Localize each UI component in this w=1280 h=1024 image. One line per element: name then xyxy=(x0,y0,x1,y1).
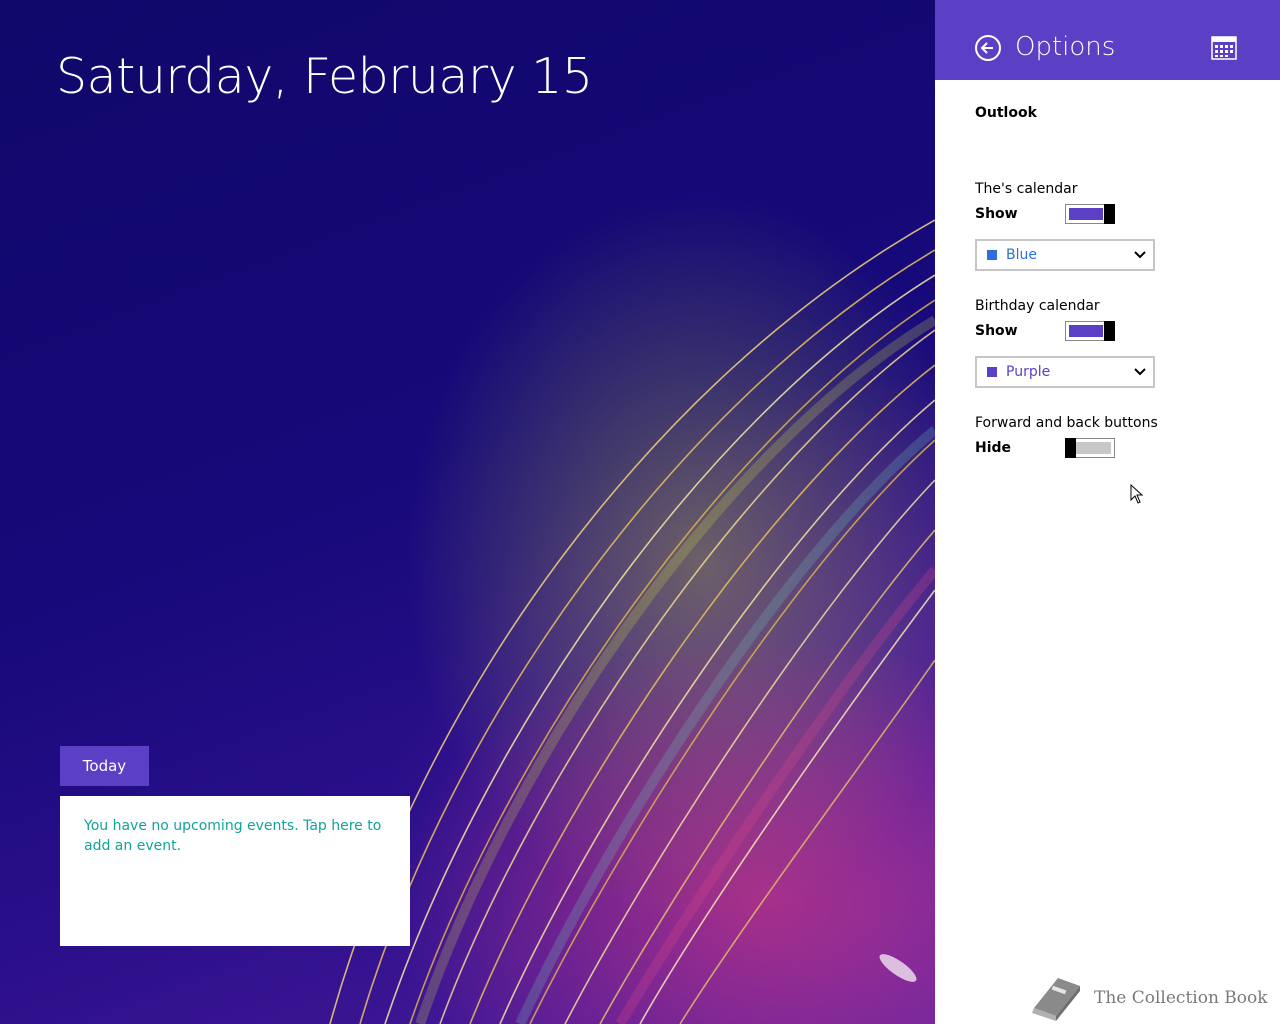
calendar-2-color-value: Purple xyxy=(1006,364,1051,380)
today-button[interactable]: Today xyxy=(60,746,149,786)
nav-buttons-toggle[interactable] xyxy=(1065,438,1115,458)
options-header: Options xyxy=(935,0,1280,80)
chevron-down-icon xyxy=(1134,251,1146,259)
toggle-thumb[interactable] xyxy=(1065,438,1076,458)
calendar-1-color-value: Blue xyxy=(1006,247,1037,263)
book-icon xyxy=(1032,978,1080,1021)
date-heading: Saturday, February 15 xyxy=(56,48,593,105)
calendar-1-color-dropdown[interactable]: Blue xyxy=(975,239,1155,271)
color-swatch xyxy=(987,367,997,377)
toggle-track xyxy=(1069,208,1103,220)
toggle-track xyxy=(1076,442,1111,454)
toggle-track xyxy=(1069,325,1103,337)
options-pane: Options Outlook The's calendar Show Blue… xyxy=(935,0,1280,1024)
calendar-2-show-toggle[interactable] xyxy=(1065,321,1115,341)
back-arrow-icon xyxy=(980,42,993,54)
account-name: Outlook xyxy=(975,105,1037,121)
toggle-thumb[interactable] xyxy=(1104,204,1115,224)
back-button[interactable] xyxy=(975,35,1001,61)
chevron-down-icon xyxy=(1134,368,1146,376)
watermark-text: The Collection Book xyxy=(1094,988,1268,1008)
toggle-thumb[interactable] xyxy=(1104,321,1115,341)
color-swatch xyxy=(987,250,997,260)
calendar-app-icon xyxy=(1211,36,1237,60)
watermark: The Collection Book xyxy=(1028,974,1268,1024)
calendar-2-state: Show xyxy=(975,323,1018,339)
upcoming-events-card[interactable]: You have no upcoming events. Tap here to… xyxy=(60,796,410,946)
calendar-2-color-dropdown[interactable]: Purple xyxy=(975,356,1155,388)
nav-buttons-state: Hide xyxy=(975,440,1012,456)
options-title: Options xyxy=(1015,32,1116,62)
mouse-cursor-icon xyxy=(1130,484,1144,504)
calendar-1-label: The's calendar xyxy=(975,181,1078,197)
calendar-2-label: Birthday calendar xyxy=(975,298,1100,314)
calendar-1-state: Show xyxy=(975,206,1018,222)
calendar-1-show-toggle[interactable] xyxy=(1065,204,1115,224)
nav-buttons-label: Forward and back buttons xyxy=(975,415,1158,431)
no-events-message[interactable]: You have no upcoming events. Tap here to… xyxy=(84,818,381,854)
